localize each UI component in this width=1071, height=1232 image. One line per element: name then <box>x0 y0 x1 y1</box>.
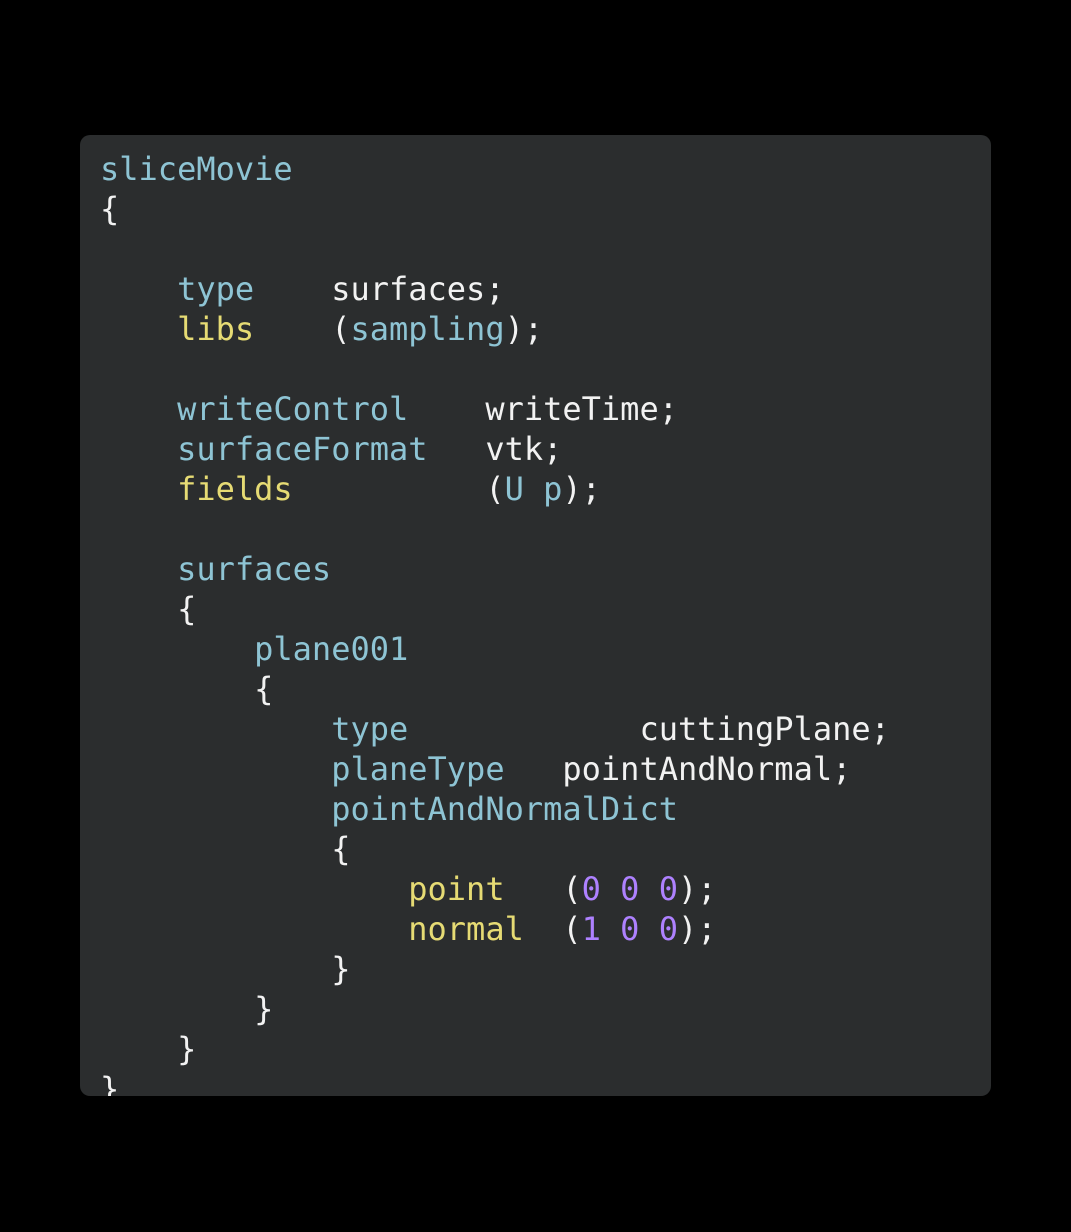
code-token-keyword: libs <box>177 310 255 348</box>
code-line: surfaceFormat vtk; <box>100 429 991 469</box>
code-token-key: p <box>543 470 563 508</box>
code-token-key: surfaceFormat <box>177 430 428 468</box>
code-line: point (0 0 0); <box>100 869 991 909</box>
code-line: libs (sampling); <box>100 309 991 349</box>
code-token-punct: { <box>254 670 274 708</box>
code-token-punct: { <box>331 830 351 868</box>
code-token-key: planeType <box>331 750 505 788</box>
code-line: type surfaces; <box>100 269 991 309</box>
code-line: fields (U p); <box>100 469 991 509</box>
code-token-key: surfaces <box>177 550 332 588</box>
code-line: } <box>100 1029 991 1069</box>
code-line: } <box>100 1069 991 1096</box>
code-token-punct: ( <box>331 310 351 348</box>
code-token-value: surfaces; <box>331 270 505 308</box>
code-token-punct: { <box>100 190 120 228</box>
code-token-punct: ); <box>504 310 544 348</box>
code-token-value: cuttingPlane; <box>639 710 890 748</box>
code-token-punct: } <box>100 1070 120 1096</box>
code-line: writeControl writeTime; <box>100 389 991 429</box>
code-token-key: writeControl <box>177 390 409 428</box>
code-token-punct: ); <box>677 870 717 908</box>
code-token-keyword: point <box>408 870 505 908</box>
code-token-num: 0 <box>658 910 678 948</box>
code-token-key: U <box>504 470 524 508</box>
code-token-punct: } <box>177 1030 197 1068</box>
code-token-key: sliceMovie <box>100 150 293 188</box>
code-token-punct: ); <box>562 470 601 508</box>
code-line: pointAndNormalDict <box>100 789 991 829</box>
code-line: } <box>100 989 991 1029</box>
code-token-num: 0 <box>620 870 640 908</box>
code-token-value: writeTime; <box>485 390 678 428</box>
code-token-key: type <box>177 270 255 308</box>
code-line: sliceMovie <box>100 149 991 189</box>
code-token-key: pointAndNormalDict <box>331 790 678 828</box>
code-token-punct: } <box>331 950 351 988</box>
code-token-key: sampling <box>350 310 505 348</box>
code-token-key: plane001 <box>254 630 409 668</box>
code-token-punct: ( <box>562 910 582 948</box>
code-token-punct: ); <box>677 910 717 948</box>
code-card: sliceMovie{ type surfaces; libs (samplin… <box>80 135 991 1096</box>
code-token-key: type <box>331 710 409 748</box>
code-token-num: 0 <box>658 870 678 908</box>
code-token-num: 0 <box>581 870 601 908</box>
code-line: planeType pointAndNormal; <box>100 749 991 789</box>
code-token-punct: } <box>254 990 274 1028</box>
code-token-num: 0 <box>620 910 640 948</box>
code-line: plane001 <box>100 629 991 669</box>
code-token-num: 1 <box>581 910 601 948</box>
code-token-keyword: fields <box>177 470 293 508</box>
code-line: { <box>100 189 991 229</box>
code-token-keyword: normal <box>408 910 524 948</box>
code-line: type cuttingPlane; <box>100 709 991 749</box>
code-token-punct: { <box>177 590 197 628</box>
code-line: } <box>100 949 991 989</box>
code-line: normal (1 0 0); <box>100 909 991 949</box>
code-line: { <box>100 589 991 629</box>
code-token-punct: ( <box>485 470 505 508</box>
code-block: sliceMovie{ type surfaces; libs (samplin… <box>80 149 991 1096</box>
code-line: { <box>100 669 991 709</box>
code-token-value: vtk; <box>485 430 563 468</box>
code-line: { <box>100 829 991 869</box>
code-token-value: pointAndNormal; <box>562 750 852 788</box>
code-line: surfaces <box>100 549 991 589</box>
code-token-punct: ( <box>562 870 582 908</box>
